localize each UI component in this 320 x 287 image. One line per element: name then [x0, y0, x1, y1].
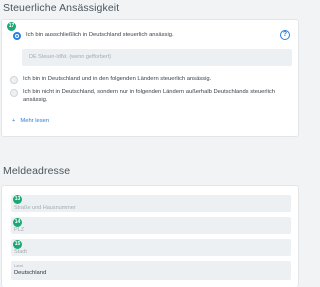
tax-id-placeholder: DE Steuer-IdNr. (wenn gefforbert) — [29, 54, 112, 60]
option-only-germany-label[interactable]: Ich bin ausschließlich in Deutschland st… — [26, 32, 256, 40]
radio-outside-germany[interactable] — [10, 89, 18, 97]
tax-residency-card: 17 Ich bin ausschließlich in Deutschland… — [1, 19, 299, 137]
city-badge: 15 — [13, 240, 22, 249]
street-placeholder: Straße und Hausnummer — [14, 205, 76, 211]
city-input[interactable]: Stadt — [11, 239, 291, 256]
city-placeholder: Stadt — [14, 249, 27, 255]
help-icon[interactable]: ? — [280, 30, 290, 40]
tax-section-title: Steuerliche Ansässigkeit — [3, 2, 120, 14]
option-germany-and-others-label[interactable]: Ich bin in Deutschland und in den folgen… — [23, 76, 283, 84]
option-outside-germany-label[interactable]: Ich bin nicht in Deutschland, sondern nu… — [23, 89, 285, 104]
street-badge: 13 — [13, 195, 22, 204]
country-label: Land — [14, 263, 23, 268]
zip-placeholder: PLZ — [14, 227, 25, 233]
more-link[interactable]: + Mehr lesen — [12, 118, 49, 124]
country-value: Deutschland — [14, 270, 47, 276]
country-select[interactable]: Land Deutschland — [11, 261, 291, 280]
zip-input[interactable]: PLZ — [11, 217, 291, 234]
more-link-label: Mehr lesen — [20, 118, 50, 124]
plus-icon: + — [12, 118, 16, 124]
zip-badge: 14 — [13, 218, 22, 227]
tax-id-input[interactable]: DE Steuer-IdNr. (wenn gefforbert) — [22, 49, 292, 66]
street-input[interactable]: Straße und Hausnummer — [11, 195, 291, 212]
address-card: Straße und Hausnummer 13 PLZ 14 Stadt 15… — [1, 185, 299, 287]
radio-germany-and-others[interactable] — [10, 76, 18, 84]
radio-only-germany[interactable] — [13, 32, 21, 40]
address-section-title: Meldeadresse — [3, 165, 71, 177]
step-badge: 17 — [7, 22, 16, 31]
